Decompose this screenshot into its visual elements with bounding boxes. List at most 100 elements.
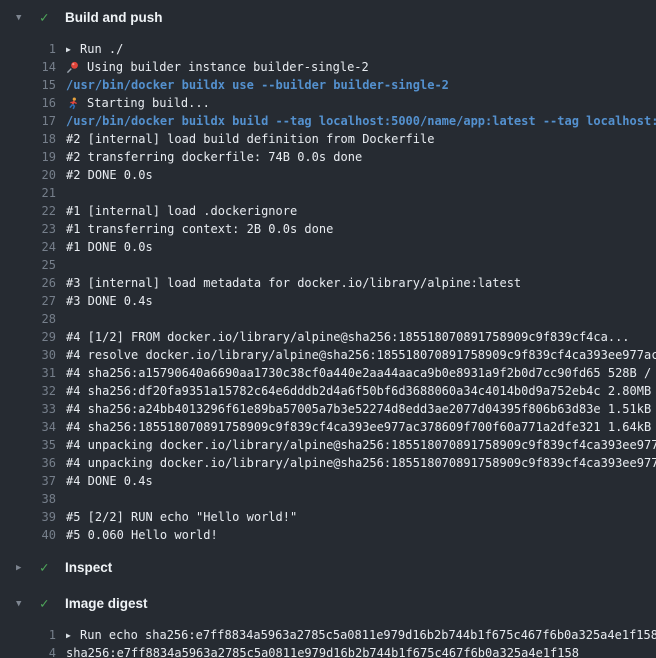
line-content: #1 transferring context: 2B 0.0s done — [66, 222, 333, 236]
log-lines-image-digest: 1 ▶Run echo sha256:e7ff8834a5963a2785c5a0… — [0, 626, 656, 658]
line-number[interactable]: 28 — [0, 312, 56, 326]
line-number[interactable]: 38 — [0, 492, 56, 506]
pushpin-icon — [66, 61, 79, 74]
line-number[interactable]: 14 — [0, 60, 56, 74]
line-number[interactable]: 30 — [0, 348, 56, 362]
expand-group-toggle-icon[interactable]: ▶ — [66, 631, 80, 640]
line-number[interactable]: 22 — [0, 204, 56, 218]
line-content: #5 0.060 Hello world! — [66, 528, 218, 542]
line-content: #1 [internal] load .dockerignore — [66, 204, 297, 218]
line-number[interactable]: 16 — [0, 96, 56, 110]
line-number[interactable]: 37 — [0, 474, 56, 488]
line-content: Starting build... — [66, 96, 210, 110]
line-number[interactable]: 36 — [0, 456, 56, 470]
log-line: 30 #4 resolve docker.io/library/alpine@sh… — [0, 346, 656, 364]
log-text: sha256:e7ff8834a5963a2785c5a0811e979d16b… — [66, 646, 579, 658]
line-content: #3 DONE 0.4s — [66, 294, 153, 308]
line-content: #2 DONE 0.0s — [66, 168, 153, 182]
log-text: #4 resolve docker.io/library/alpine@sha2… — [66, 348, 656, 362]
line-number[interactable]: 31 — [0, 366, 56, 380]
log-line: 26 #3 [internal] load metadata for docker… — [0, 274, 656, 292]
line-content: ▶Run ./ — [66, 42, 123, 56]
log-line: 28 — [0, 310, 656, 328]
log-line: 36 #4 unpacking docker.io/library/alpine@… — [0, 454, 656, 472]
log-line: 25 — [0, 256, 656, 274]
log-text: #2 DONE 0.0s — [66, 168, 153, 182]
step-header-build-and-push[interactable]: ▼✓Build and push — [0, 0, 656, 36]
line-number[interactable]: 39 — [0, 510, 56, 524]
line-number[interactable]: 25 — [0, 258, 56, 272]
log-line: 27 #3 DONE 0.4s — [0, 292, 656, 310]
line-number[interactable]: 34 — [0, 420, 56, 434]
log-text: #3 [internal] load metadata for docker.i… — [66, 276, 521, 290]
line-number[interactable]: 33 — [0, 402, 56, 416]
line-content: #4 unpacking docker.io/library/alpine@sh… — [66, 438, 656, 452]
log-line: 24 #1 DONE 0.0s — [0, 238, 656, 256]
log-text: #4 sha256:185518070891758909c9f839cf4ca3… — [66, 420, 656, 434]
expand-group-toggle-icon[interactable]: ▶ — [66, 45, 80, 54]
log-line: 29 #4 [1/2] FROM docker.io/library/alpine… — [0, 328, 656, 346]
log-line: 20 #2 DONE 0.0s — [0, 166, 656, 184]
workflow-log-viewer[interactable]: ▼✓Build and push1▶Run ./14Using builder … — [0, 0, 656, 658]
line-number[interactable]: 29 — [0, 330, 56, 344]
log-line: 38 — [0, 490, 656, 508]
line-number[interactable]: 40 — [0, 528, 56, 542]
line-content: #4 DONE 0.4s — [66, 474, 153, 488]
log-text: Using builder instance builder-single-2 — [87, 60, 369, 74]
runner-icon — [66, 97, 79, 110]
log-text: Run ./ — [80, 42, 123, 56]
line-number[interactable]: 1 — [0, 42, 56, 56]
log-line: 19 #2 transferring dockerfile: 74B 0.0s d… — [0, 148, 656, 166]
line-content: /usr/bin/docker buildx build --tag local… — [66, 114, 656, 128]
line-number[interactable]: 20 — [0, 168, 56, 182]
line-content: #1 DONE 0.0s — [66, 240, 153, 254]
line-number[interactable]: 19 — [0, 150, 56, 164]
log-line: 32#4 sha256:df20fa9351a15782c64e6dddb2d4… — [0, 382, 656, 400]
log-text: #1 [internal] load .dockerignore — [66, 204, 297, 218]
line-content: sha256:e7ff8834a5963a2785c5a0811e979d16b… — [66, 646, 579, 658]
line-content: #4 [1/2] FROM docker.io/library/alpine@s… — [66, 330, 630, 344]
log-lines-build-and-push: 1 ▶Run ./ 14 Using builder instance builder… — [0, 40, 656, 544]
line-number[interactable]: 4 — [0, 646, 56, 658]
log-line: 35 #4 unpacking docker.io/library/alpine@… — [0, 436, 656, 454]
log-line: 21 — [0, 184, 656, 202]
log-text: #4 sha256:a15790640a6690aa1730c38cf0a440… — [66, 366, 656, 380]
log-line: 1 ▶Run ./ — [0, 40, 656, 58]
log-line: 23 #1 transferring context: 2B 0.0s done — [0, 220, 656, 238]
line-content: #4 sha256:a15790640a6690aa1730c38cf0a440… — [66, 366, 656, 380]
chevron-right-icon: ▶ — [16, 560, 32, 576]
log-line: 37 #4 DONE 0.4s — [0, 472, 656, 490]
line-number[interactable]: 15 — [0, 78, 56, 92]
step-header-inspect[interactable]: ▶ ✓ Inspect — [0, 550, 656, 586]
log-line: 1 ▶Run echo sha256:e7ff8834a5963a2785c5a0… — [0, 626, 656, 644]
log-text: #3 DONE 0.4s — [66, 294, 153, 308]
step-section-image-digest: ▼✓Image digest 1 ▶Run echo sha256:e7ff8834… — [0, 586, 656, 658]
step-title: Inspect — [65, 560, 112, 576]
step-header-image-digest[interactable]: ▼✓Image digest — [0, 586, 656, 622]
log-line: 39#5 [2/2] RUN echo "Hello world!" — [0, 508, 656, 526]
line-number[interactable]: 27 — [0, 294, 56, 308]
log-line: 15/usr/bin/docker buildx use --builder b… — [0, 76, 656, 94]
log-line: 34 #4 sha256:185518070891758909c9f839cf4c… — [0, 418, 656, 436]
log-line: 16 Starting build... — [0, 94, 656, 112]
line-number[interactable]: 18 — [0, 132, 56, 146]
line-number[interactable]: 26 — [0, 276, 56, 290]
log-text: #4 sha256:a24bb4013296f61e89ba57005a7b3e… — [66, 402, 656, 416]
line-number[interactable]: 35 — [0, 438, 56, 452]
log-line: 17/usr/bin/docker buildx build --tag loc… — [0, 112, 656, 130]
line-number[interactable]: 17 — [0, 114, 56, 128]
log-line: 14 Using builder instance builder-single-… — [0, 58, 656, 76]
success-check-icon: ✓ — [40, 596, 56, 612]
line-number[interactable]: 1 — [0, 628, 56, 642]
log-text: #4 [1/2] FROM docker.io/library/alpine@s… — [66, 330, 630, 344]
line-number[interactable]: 23 — [0, 222, 56, 236]
line-content: #2 transferring dockerfile: 74B 0.0s don… — [66, 150, 362, 164]
success-check-icon: ✓ — [40, 560, 56, 576]
line-number[interactable]: 32 — [0, 384, 56, 398]
log-text: Run echo sha256:e7ff8834a5963a2785c5a081… — [80, 628, 656, 642]
line-number[interactable]: 24 — [0, 240, 56, 254]
log-text: #4 unpacking docker.io/library/alpine@sh… — [66, 456, 656, 470]
line-number[interactable]: 21 — [0, 186, 56, 200]
line-content: Using builder instance builder-single-2 — [66, 60, 369, 74]
log-line: 33 #4 sha256:a24bb4013296f61e89ba57005a7b… — [0, 400, 656, 418]
